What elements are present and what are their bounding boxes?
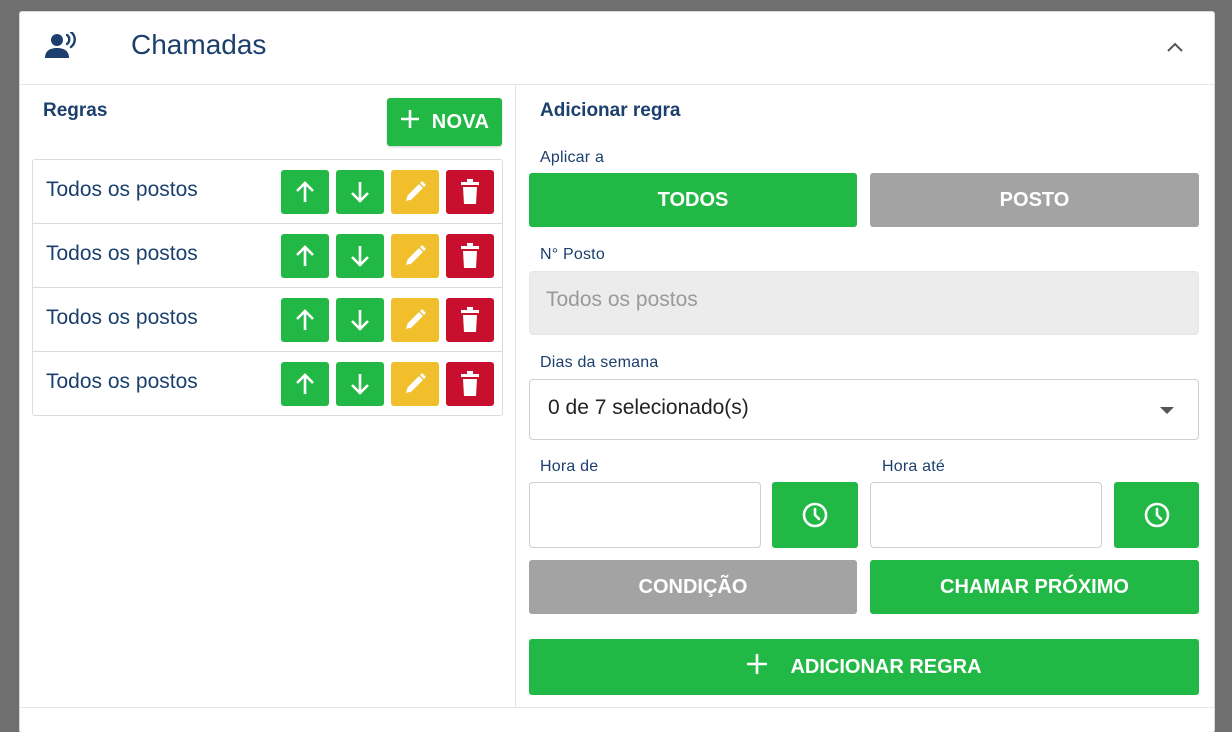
move-down-button[interactable] (336, 362, 384, 406)
move-down-button[interactable] (336, 170, 384, 214)
move-up-button[interactable] (281, 234, 329, 278)
rule-row: Todos os postos (33, 160, 502, 224)
clock-icon (802, 502, 828, 528)
arrow-down-icon (351, 246, 369, 267)
apply-to-label: Aplicar a (540, 149, 605, 166)
hour-to-clock-button[interactable] (1114, 482, 1199, 548)
move-up-button[interactable] (281, 170, 329, 214)
move-down-button[interactable] (336, 298, 384, 342)
call-next-button[interactable]: CHAMAR PRÓXIMO (870, 560, 1199, 614)
hour-from-clock-button[interactable] (772, 482, 858, 548)
arrow-up-icon (296, 373, 314, 394)
edit-button[interactable] (391, 234, 439, 278)
chevron-up-icon[interactable] (1162, 34, 1188, 60)
hour-to-label: Hora até (882, 458, 945, 475)
delete-button[interactable] (446, 170, 494, 214)
arrow-down-icon (351, 310, 369, 331)
posto-number-input: Todos os postos (529, 271, 1199, 335)
pencil-icon (406, 181, 426, 201)
move-down-button[interactable] (336, 234, 384, 278)
posto-number-label: N° Posto (540, 246, 605, 263)
add-rule-label: ADICIONAR REGRA (790, 655, 982, 678)
delete-button[interactable] (446, 298, 494, 342)
move-up-button[interactable] (281, 362, 329, 406)
add-rule-button[interactable]: ADICIONAR REGRA (529, 639, 1199, 695)
arrow-up-icon (296, 245, 314, 266)
edit-button[interactable] (391, 170, 439, 214)
apply-posto-button[interactable]: POSTO (870, 173, 1199, 227)
trash-icon (461, 371, 479, 396)
trash-icon (461, 243, 479, 268)
rule-label: Todos os postos (46, 242, 198, 265)
dropdown-caret-icon (1160, 407, 1174, 414)
footer-divider (20, 707, 1214, 708)
panel-title: Chamadas (131, 29, 267, 60)
pencil-icon (406, 373, 426, 393)
rule-label: Todos os postos (46, 370, 198, 393)
rule-row: Todos os postos (33, 288, 502, 352)
condition-button[interactable]: CONDIÇÃO (529, 560, 857, 614)
weekdays-value: 0 de 7 selecionado(s) (548, 396, 749, 419)
plus-icon (400, 109, 420, 135)
arrow-up-icon (296, 181, 314, 202)
new-rule-button[interactable]: NOVA (387, 98, 502, 146)
delete-button[interactable] (446, 362, 494, 406)
arrow-down-icon (351, 374, 369, 395)
rule-row: Todos os postos (33, 224, 502, 288)
pencil-icon (406, 245, 426, 265)
rules-title: Regras (43, 100, 108, 121)
pencil-icon (406, 309, 426, 329)
delete-button[interactable] (446, 234, 494, 278)
trash-icon (461, 307, 479, 332)
weekdays-select[interactable]: 0 de 7 selecionado(s) (529, 379, 1199, 440)
move-up-button[interactable] (281, 298, 329, 342)
weekdays-label: Dias da semana (540, 354, 659, 371)
plus-icon (746, 653, 768, 681)
clock-icon (1144, 502, 1169, 528)
hour-from-input[interactable] (529, 482, 761, 548)
rule-row: Todos os postos (33, 352, 502, 415)
edit-button[interactable] (391, 362, 439, 406)
add-rule-title: Adicionar regra (540, 100, 681, 121)
rule-label: Todos os postos (46, 306, 198, 329)
hour-to-input[interactable] (870, 482, 1102, 548)
edit-button[interactable] (391, 298, 439, 342)
trash-icon (461, 179, 479, 204)
rule-label: Todos os postos (46, 178, 198, 201)
arrow-down-icon (351, 182, 369, 203)
panel-header[interactable]: Chamadas (20, 12, 1214, 85)
chamadas-panel: Chamadas Regras NOVA Todos os postos Tod… (20, 12, 1214, 732)
apply-todos-button[interactable]: TODOS (529, 173, 857, 227)
column-divider (515, 85, 516, 707)
rules-list: Todos os postos Todos os postos Todos os… (32, 159, 503, 416)
arrow-up-icon (296, 309, 314, 330)
hour-from-label: Hora de (540, 458, 599, 475)
new-rule-label: NOVA (431, 110, 490, 133)
person-voice-icon (45, 30, 79, 62)
